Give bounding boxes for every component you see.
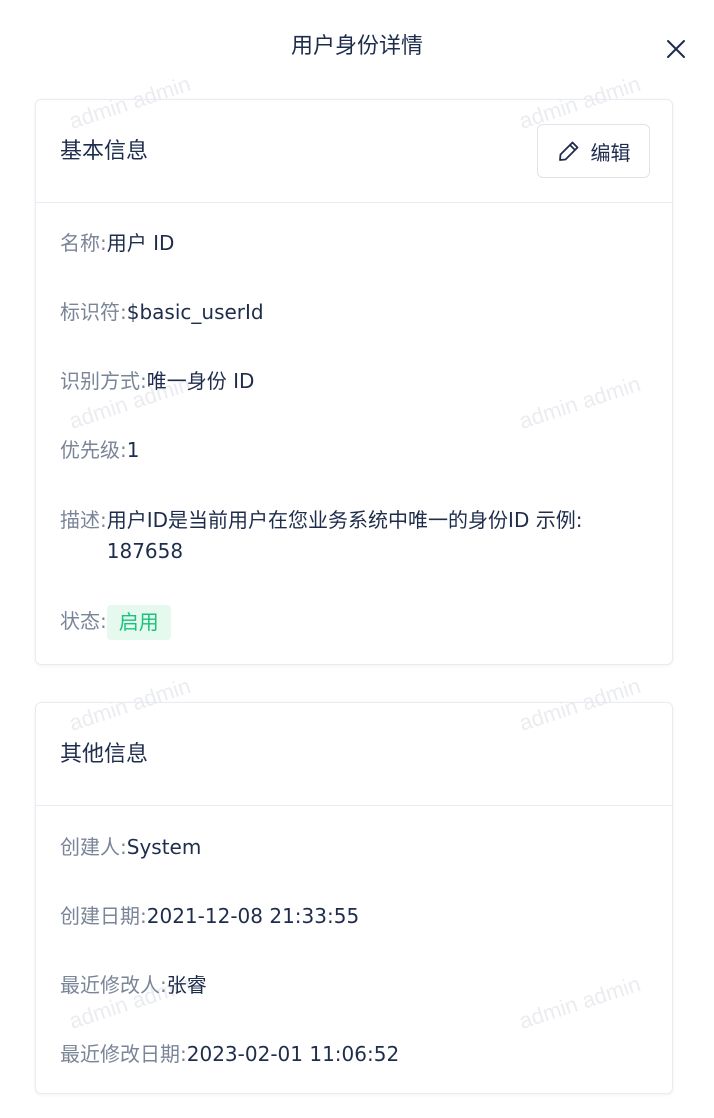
field-priority: 优先级: 1 <box>60 435 648 466</box>
field-value: 张睿 <box>166 973 207 997</box>
field-value: 2023-02-01 11:06:52 <box>186 1042 400 1066</box>
field-value: 1 <box>126 438 140 462</box>
field-label: 识别方式: <box>60 369 147 393</box>
edit-button-label: 编辑 <box>590 140 631 165</box>
edit-button[interactable]: 编辑 <box>537 124 650 178</box>
field-modifier: 最近修改人: 张睿 <box>60 970 648 1001</box>
field-recognition: 识别方式: 唯一身份 ID <box>60 366 648 397</box>
field-label: 创建日期: <box>60 904 147 928</box>
field-description: 描述: 用户ID是当前用户在您业务系统中唯一的身份ID 示例: 187658 <box>60 505 648 567</box>
other-info-header: 其他信息 <box>36 703 672 806</box>
drawer-header: 用户身份详情 <box>0 0 714 96</box>
other-info-title: 其他信息 <box>60 742 149 767</box>
field-label: 创建人: <box>60 835 127 859</box>
field-value: 唯一身份 ID <box>146 369 255 393</box>
pencil-icon <box>558 141 578 161</box>
close-button[interactable] <box>660 33 692 65</box>
field-identifier: 标识符: $basic_userId <box>60 297 648 328</box>
field-label: 最近修改日期: <box>60 1042 187 1066</box>
field-value: 用户ID是当前用户在您业务系统中唯一的身份ID 示例: 187658 <box>106 508 583 563</box>
field-label: 标识符: <box>60 300 127 324</box>
field-modified-date: 最近修改日期: 2023-02-01 11:06:52 <box>60 1039 648 1070</box>
field-value: 用户 ID <box>106 231 175 255</box>
basic-info-title: 基本信息 <box>60 139 149 164</box>
field-label: 名称: <box>60 231 107 255</box>
field-created-date: 创建日期: 2021-12-08 21:33:55 <box>60 901 648 932</box>
field-label: 优先级: <box>60 438 127 462</box>
field-label: 最近修改人: <box>60 973 167 997</box>
basic-info-card: 基本信息 编辑 名称: 用户 ID 标识符: $basic_userId 识别方… <box>35 99 673 665</box>
field-name: 名称: 用户 ID <box>60 228 648 259</box>
field-value: 2021-12-08 21:33:55 <box>146 904 360 928</box>
other-info-card: 其他信息 创建人: System 创建日期: 2021-12-08 21:33:… <box>35 702 673 1094</box>
identity-detail-drawer: admin admin admin admin admin admin admi… <box>0 0 714 1118</box>
close-icon <box>667 40 685 58</box>
field-label: 描述: <box>60 508 107 532</box>
field-value: $basic_userId <box>126 300 264 324</box>
field-creator: 创建人: System <box>60 832 648 863</box>
drawer-title: 用户身份详情 <box>290 34 423 59</box>
field-value: System <box>126 835 202 859</box>
status-badge: 启用 <box>106 605 171 640</box>
field-label: 状态: <box>60 609 107 633</box>
basic-info-header: 基本信息 编辑 <box>36 100 672 203</box>
field-status: 状态: 启用 <box>60 605 648 640</box>
